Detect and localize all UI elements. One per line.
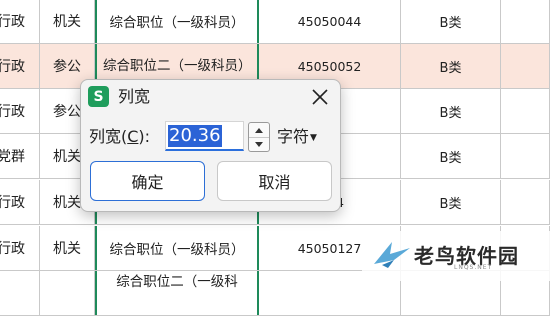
column-width-dialog: S 列宽 列宽(C): 20.36 字符▼ 确定 取消 [80, 79, 341, 212]
cell-org-type[interactable]: 行政 [0, 44, 40, 88]
triangle-down-icon [255, 141, 263, 147]
cell-empty[interactable] [501, 134, 550, 178]
confirm-button[interactable]: 确定 [90, 161, 205, 201]
cell-category[interactable]: B类 [401, 0, 501, 43]
cell-unit-type[interactable]: 机关 [40, 226, 95, 270]
cell-position[interactable]: 综合职位二（一级科 [95, 271, 259, 315]
unit-label: 字符 [277, 127, 310, 146]
cell-category[interactable]: B类 [401, 89, 501, 133]
cell-org-type[interactable]: 行政 [0, 0, 40, 43]
cell-org-type[interactable]: 行政 [0, 89, 40, 133]
close-icon [312, 89, 328, 105]
hotkey-letter: C [127, 127, 139, 146]
unit-dropdown[interactable]: 字符▼ [277, 127, 317, 148]
cancel-button[interactable]: 取消 [217, 161, 332, 201]
wps-app-icon: S [88, 86, 109, 107]
bird-logo-icon [374, 242, 410, 268]
cell-org-type[interactable] [0, 271, 40, 315]
value-spinner [248, 122, 270, 152]
cell-unit-type[interactable] [40, 271, 95, 315]
cell-position[interactable]: 综合职位（一级科员） [95, 0, 259, 43]
cell-empty[interactable] [501, 0, 550, 43]
cell-org-type[interactable]: 行政 [0, 226, 40, 270]
watermark-url: LNQS.NET [454, 264, 493, 271]
cell-org-type[interactable]: 党群 [0, 134, 40, 178]
cell-unit-type[interactable]: 机关 [40, 0, 95, 43]
cell-position[interactable]: 综合职位（一级科员） [95, 226, 259, 270]
cell-empty[interactable] [501, 180, 550, 224]
dialog-title: 列宽 [118, 87, 151, 106]
cell-org-type[interactable]: 行政 [0, 180, 40, 224]
increment-button[interactable] [249, 123, 269, 138]
cell-category[interactable]: B类 [401, 44, 501, 88]
cell-empty[interactable] [501, 44, 550, 88]
triangle-up-icon [255, 127, 263, 133]
selected-value-text: 20.36 [168, 125, 222, 147]
decrement-button[interactable] [249, 137, 269, 151]
cell-category[interactable]: B类 [401, 134, 501, 178]
column-width-input[interactable]: 20.36 [165, 121, 244, 151]
cell-empty[interactable] [501, 89, 550, 133]
cell-category[interactable]: B类 [401, 180, 501, 224]
site-watermark: 老鸟软件园 LNQS.NET [362, 231, 550, 281]
column-width-label: 列宽(C): [89, 127, 151, 146]
cell-position-code[interactable]: 45050044 [259, 0, 401, 43]
close-button[interactable] [309, 86, 331, 108]
table-row: 行政 机关 综合职位（一级科员） 45050044 B类 [0, 0, 550, 44]
dropdown-caret-icon: ▼ [310, 132, 317, 143]
